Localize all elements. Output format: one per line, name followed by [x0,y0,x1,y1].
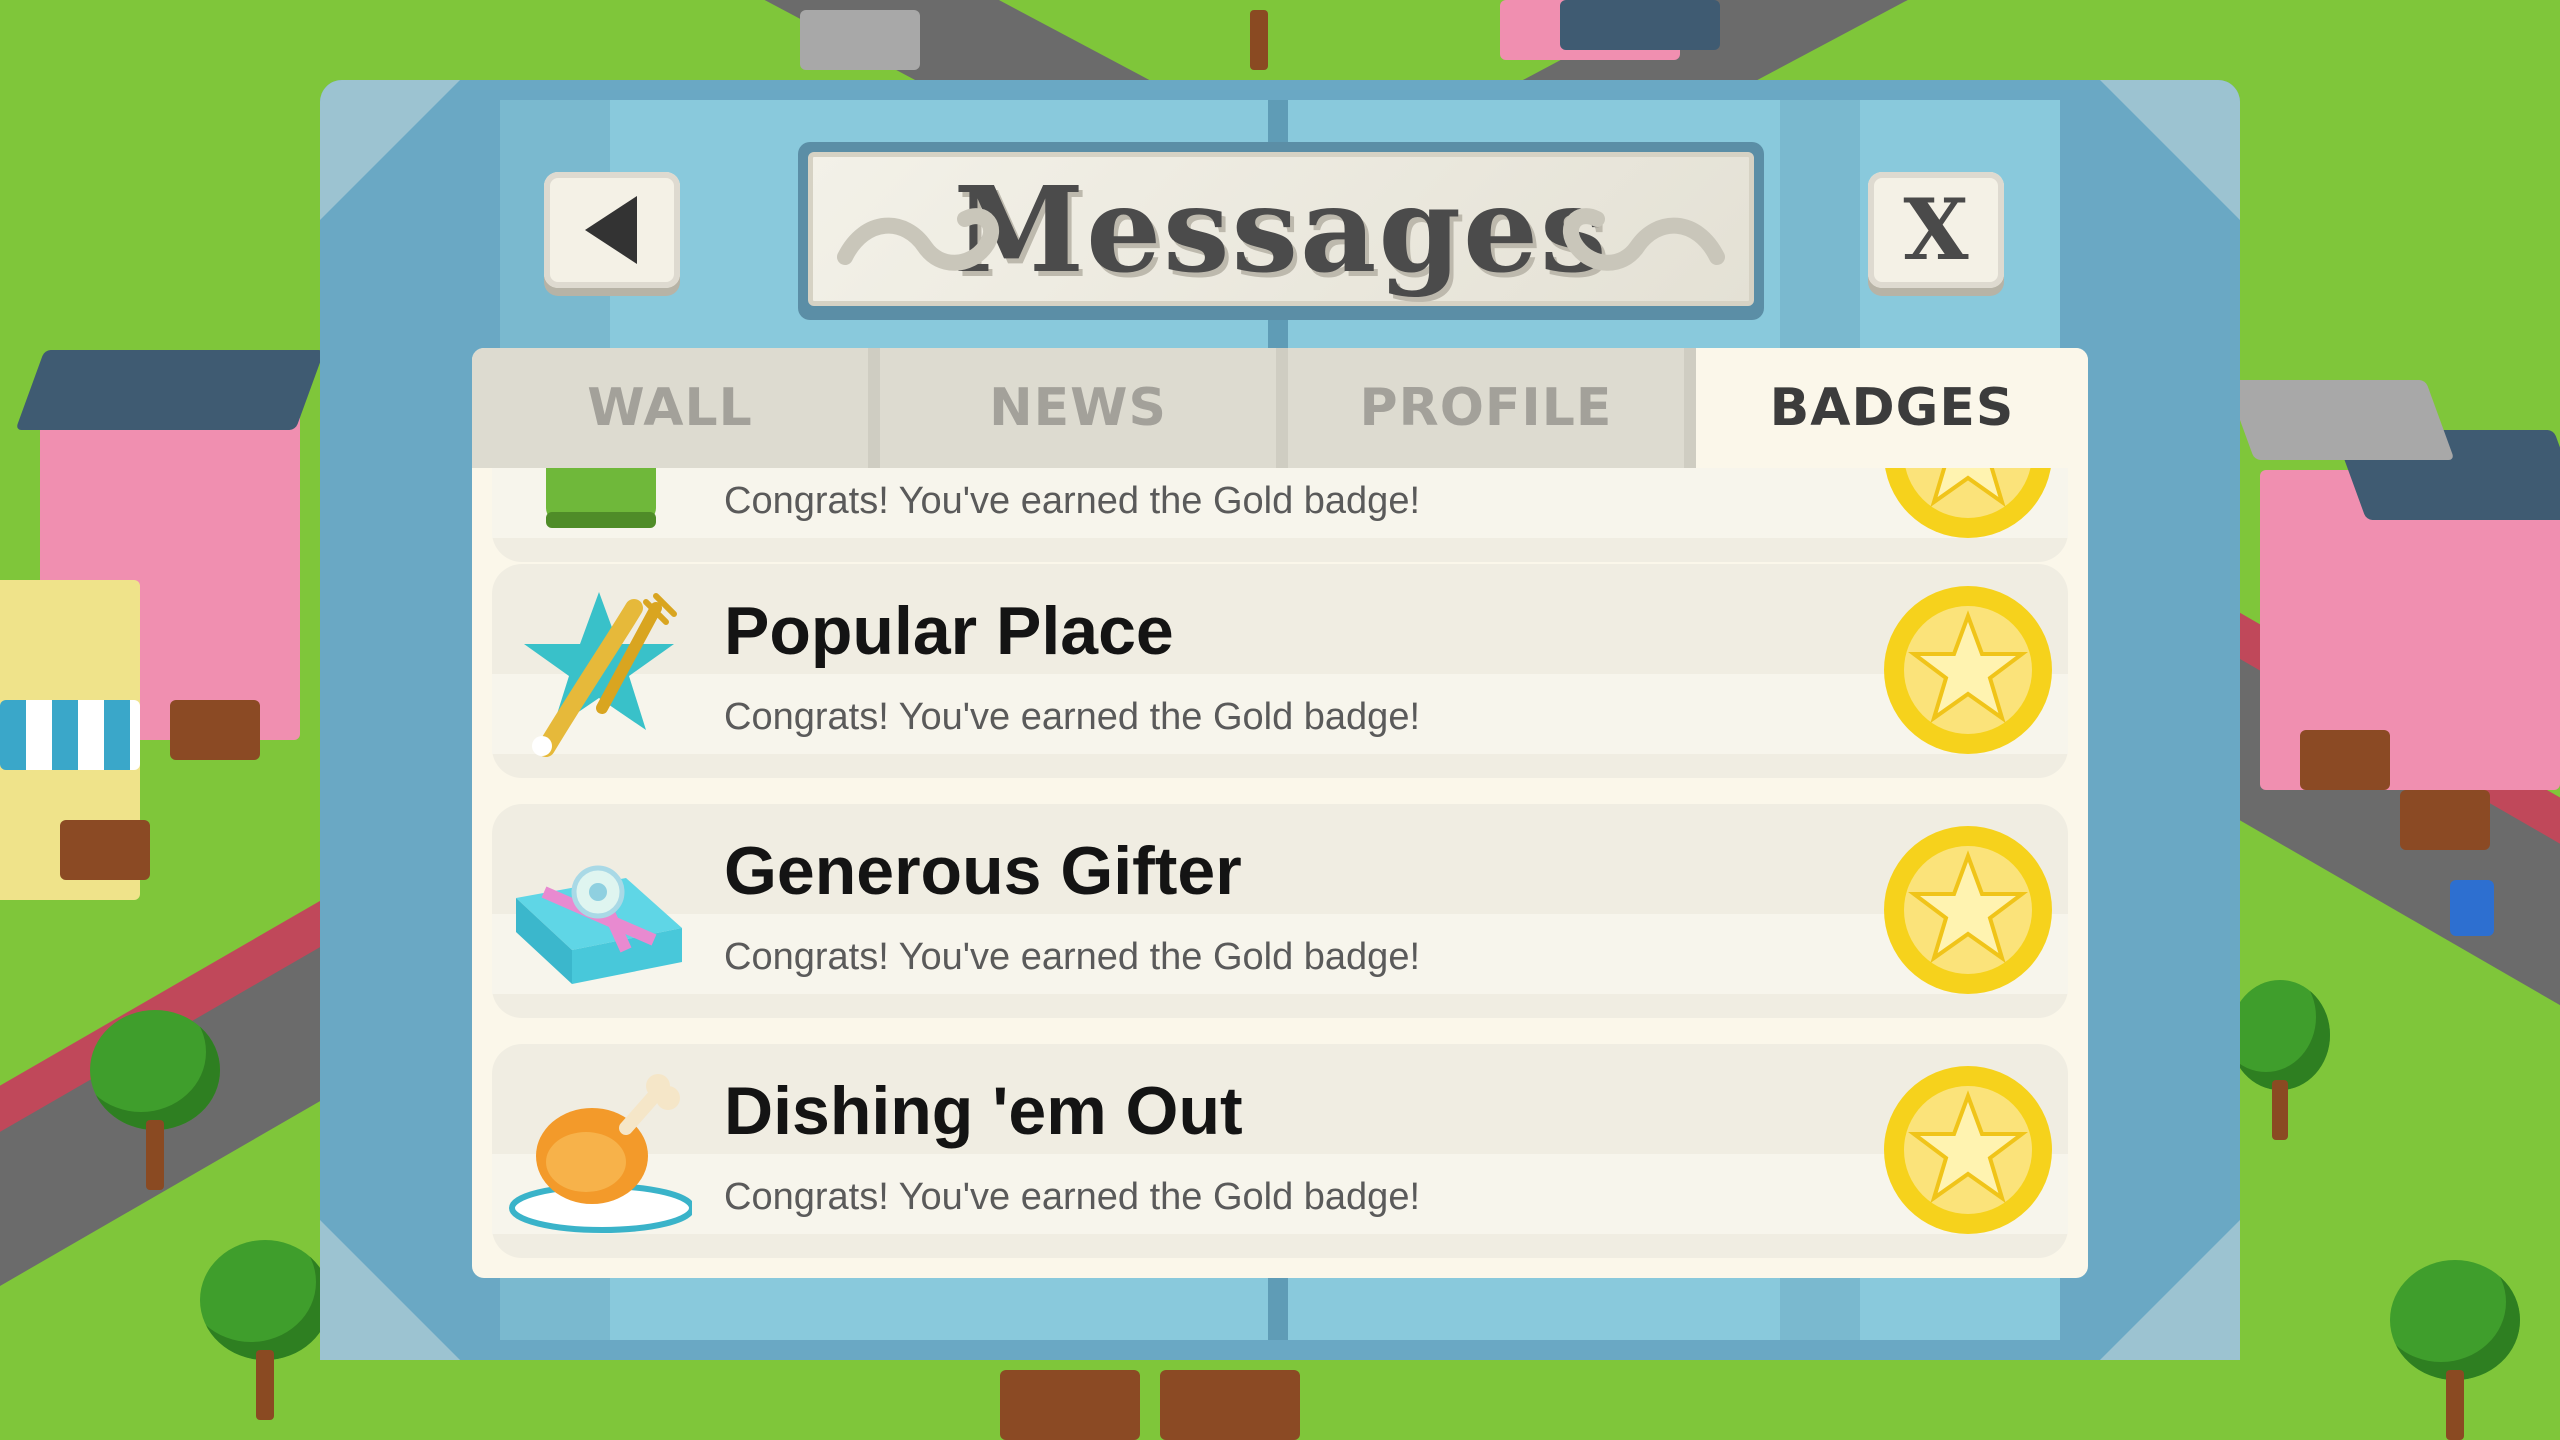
tree [90,1010,220,1200]
green-item-icon [546,468,656,528]
market-stall [2400,790,2490,850]
tab-badges[interactable]: BADGES [1696,348,2088,468]
swirl-ornament-icon [1563,208,1725,271]
badge-title: Dishing 'em Out [724,1073,1243,1149]
tree [1200,0,1320,80]
badge-row: Popular Place Congrats! You've earned th… [492,564,2068,778]
gray-roof [800,10,920,70]
title-paper: Messages [808,152,1754,306]
badge-description: Congrats! You've earned the Gold badge! [724,936,1421,978]
market-stall [1000,1370,1140,1440]
badge-description: Congrats! You've earned the Gold badge! [724,696,1421,738]
star-fork-knife-icon [524,592,677,757]
back-button[interactable] [544,172,680,288]
market-stall [1160,1370,1300,1440]
badge-row: Congrats! You've earned the Gold badge! [492,468,2068,562]
tree [2230,980,2330,1150]
tab-profile[interactable]: PROFILE [1288,348,1696,468]
tree [200,1240,330,1430]
swirl-ornament-icon [837,208,999,271]
dialog-title: Messages [953,159,1609,299]
badge-description: Congrats! You've earned the Gold badge! [724,480,1421,522]
market-stall [60,820,150,880]
gold-star-badge-icon [1885,468,2051,538]
title-plate: Messages [798,142,1764,320]
badge-description: Congrats! You've earned the Gold badge! [724,1176,1421,1218]
dialog-corner [2100,80,2240,220]
badge-list[interactable]: Congrats! You've earned the Gold badge! … [492,468,2068,1268]
close-button[interactable]: X [1868,172,2004,288]
mailbox [2450,880,2494,936]
chicken-leg-plate-icon [509,1074,692,1233]
gold-star-badge-icon [1884,1066,2052,1234]
gold-star-badge-icon [1884,586,2052,754]
gold-star-badge-icon [1884,826,2052,994]
gray-roof [2225,380,2455,460]
market-stall [2300,730,2390,790]
badge-title: Popular Place [724,593,1174,669]
tab-news[interactable]: NEWS [880,348,1288,468]
close-icon: X [1903,180,1969,279]
dialog-corner [320,1220,460,1360]
badge-row: Dishing 'em Out Congrats! You've earned … [492,1044,2068,1258]
dialog-corner [320,80,460,220]
roof [1560,0,1720,50]
badge-row: Generous Gifter Congrats! You've earned … [492,804,2068,1018]
badge-title: Generous Gifter [724,833,1242,909]
messages-panel: Congrats! You've earned the Gold badge! … [472,348,2088,1278]
awning [0,700,140,770]
tab-bar: WALL NEWS PROFILE BADGES [472,348,2088,468]
gift-box-icon [516,865,682,984]
dialog-corner [2100,1220,2240,1360]
tree [2390,1260,2520,1440]
market-stall [170,700,260,760]
back-arrow-icon [585,196,637,264]
roof [15,350,325,430]
tab-wall[interactable]: WALL [472,348,880,468]
